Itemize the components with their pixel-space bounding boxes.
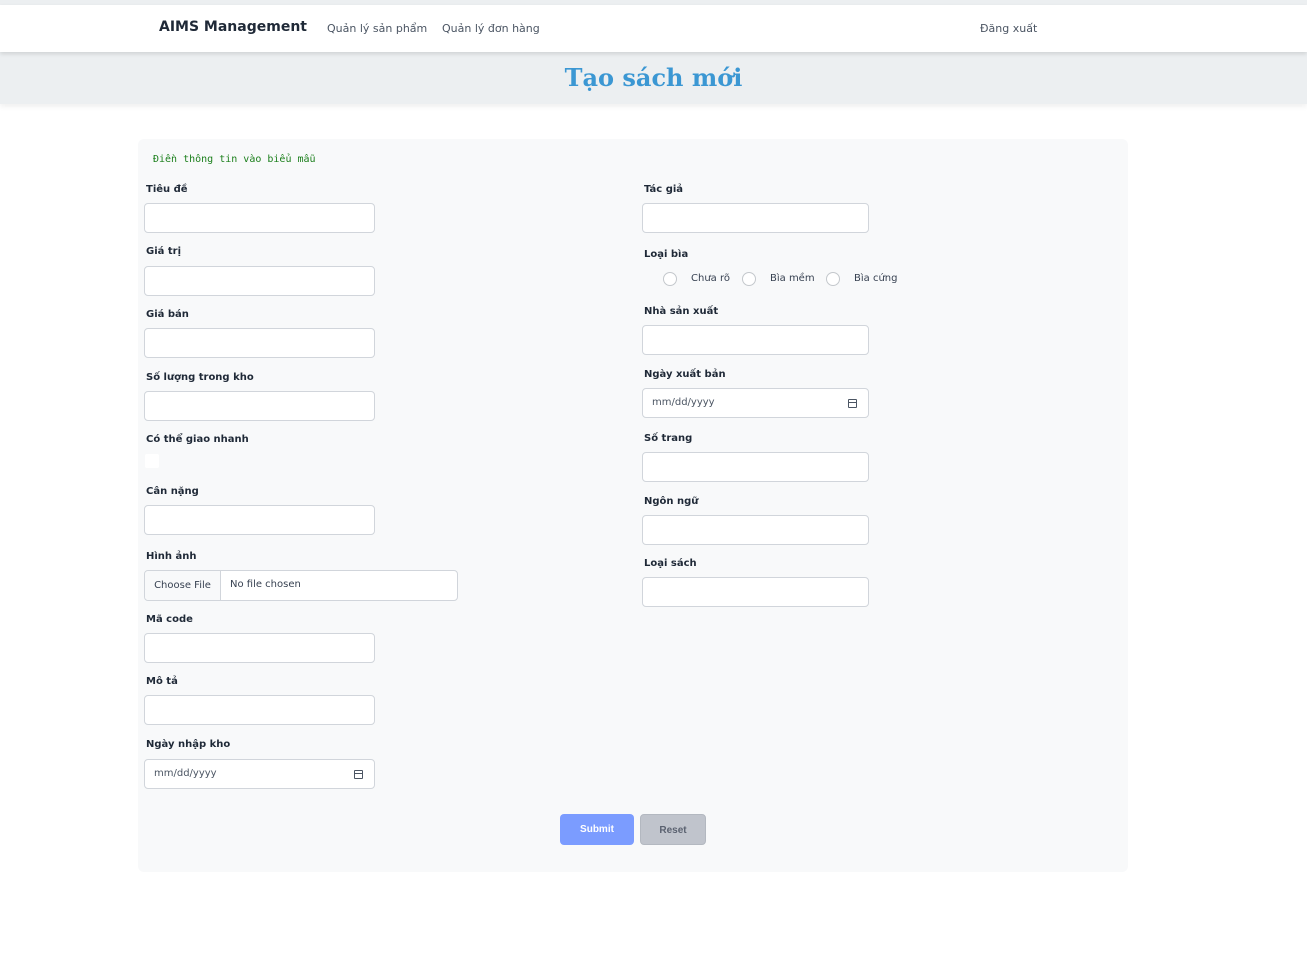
weight-input[interactable] bbox=[144, 505, 375, 535]
pages-input[interactable] bbox=[642, 452, 869, 482]
price-label: Giá bán bbox=[146, 309, 189, 320]
title-label: Tiêu đề bbox=[146, 184, 188, 195]
nav-link-products[interactable]: Quản lý sản phẩm bbox=[327, 22, 427, 35]
cover-radio-unknown[interactable] bbox=[663, 272, 677, 286]
value-label: Giá trị bbox=[146, 246, 182, 257]
rush-delivery-label: Có thể giao nhanh bbox=[146, 434, 249, 445]
navbar: AIMS Management Quản lý sản phẩm Quản lý… bbox=[0, 5, 1307, 52]
cover-radio-paperback[interactable] bbox=[742, 272, 756, 286]
quantity-input[interactable] bbox=[144, 391, 375, 421]
publish-date-input[interactable]: mm/dd/yyyy bbox=[642, 388, 869, 418]
value-input[interactable] bbox=[144, 266, 375, 296]
cover-type-label: Loại bìa bbox=[644, 249, 689, 260]
logout-link[interactable]: Đăng xuất bbox=[980, 22, 1037, 35]
rush-delivery-checkbox[interactable] bbox=[145, 454, 159, 468]
publish-date-placeholder: mm/dd/yyyy bbox=[652, 397, 715, 408]
description-label: Mô tả bbox=[146, 676, 178, 687]
language-label: Ngôn ngữ bbox=[644, 496, 699, 507]
code-label: Mã code bbox=[146, 614, 193, 625]
submit-button[interactable]: Submit bbox=[560, 814, 634, 845]
cover-option-hardcover-label: Bìa cứng bbox=[854, 273, 898, 284]
author-label: Tác giả bbox=[644, 184, 684, 195]
language-input[interactable] bbox=[642, 515, 869, 545]
quantity-label: Số lượng trong kho bbox=[146, 372, 254, 383]
choose-file-button[interactable]: Choose File bbox=[145, 571, 221, 600]
cover-option-unknown-label: Chưa rõ bbox=[691, 273, 730, 284]
publisher-input[interactable] bbox=[642, 325, 869, 355]
import-date-label: Ngày nhập kho bbox=[146, 739, 231, 750]
brand-logo[interactable]: AIMS Management bbox=[159, 19, 307, 35]
page-title: Tạo sách mới bbox=[564, 63, 743, 92]
pages-label: Số trang bbox=[644, 433, 693, 444]
nav-link-orders[interactable]: Quản lý đơn hàng bbox=[442, 22, 540, 35]
genre-input[interactable] bbox=[642, 577, 869, 607]
image-file-input[interactable]: Choose File No file chosen bbox=[144, 570, 458, 601]
author-input[interactable] bbox=[642, 203, 869, 233]
cover-option-paperback-label: Bìa mềm bbox=[770, 273, 815, 284]
description-input[interactable] bbox=[144, 695, 375, 725]
import-date-placeholder: mm/dd/yyyy bbox=[154, 768, 217, 779]
publisher-label: Nhà sản xuất bbox=[644, 306, 719, 317]
title-input[interactable] bbox=[144, 203, 375, 233]
file-status: No file chosen bbox=[230, 579, 301, 590]
price-input[interactable] bbox=[144, 328, 375, 358]
import-date-input[interactable]: mm/dd/yyyy bbox=[144, 759, 375, 789]
calendar-icon[interactable] bbox=[848, 399, 857, 408]
form-hint: Điền thông tin vào biểu mẫu bbox=[153, 154, 316, 165]
code-input[interactable] bbox=[144, 633, 375, 663]
cover-radio-hardcover[interactable] bbox=[826, 272, 840, 286]
genre-label: Loại sách bbox=[644, 558, 697, 569]
calendar-icon[interactable] bbox=[354, 770, 363, 779]
page-header: Tạo sách mới bbox=[0, 52, 1307, 104]
weight-label: Cân nặng bbox=[146, 486, 199, 497]
image-label: Hình ảnh bbox=[146, 551, 197, 562]
publish-date-label: Ngày xuất bản bbox=[644, 369, 726, 380]
reset-button[interactable]: Reset bbox=[640, 814, 706, 845]
